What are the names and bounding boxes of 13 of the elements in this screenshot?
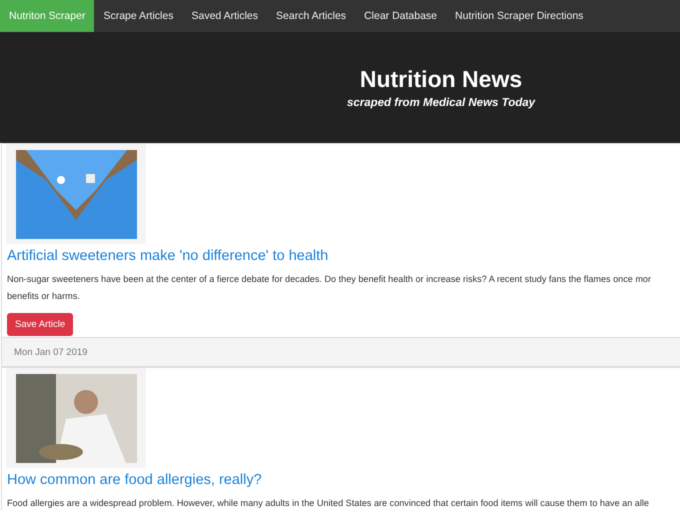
page-title: Nutrition News — [360, 66, 522, 93]
article-summary: Non-sugar sweeteners have been at the center of a fierce debate for decades. Do they benefit health or increase risks? A recent study fans the flames once mor benefits or harms. — [7, 273, 652, 303]
article-title-link[interactable]: How common are food allergies, really? — [7, 472, 680, 488]
nav-link[interactable]: Nutrition Scraper Directions — [446, 0, 592, 32]
article-date: Mon Jan 07 2019 — [14, 346, 88, 358]
save-article-button[interactable]: Save Article — [7, 313, 74, 336]
nav-link[interactable]: Saved Articles — [182, 0, 268, 32]
page-subtitle: scraped from Medical News Today — [346, 97, 536, 109]
nav-link[interactable]: Scrape Articles — [94, 0, 182, 32]
nav-link[interactable]: Clear Database — [355, 0, 446, 32]
article-title-link[interactable]: Artificial sweeteners make 'no difference' to health — [7, 248, 680, 264]
article-summary: Food allergies are a widespread problem. However, while many adults in the United States are convinced that certain food items will cause them to have an alle — [7, 497, 650, 510]
nav-link[interactable]: Search Articles — [267, 0, 356, 32]
